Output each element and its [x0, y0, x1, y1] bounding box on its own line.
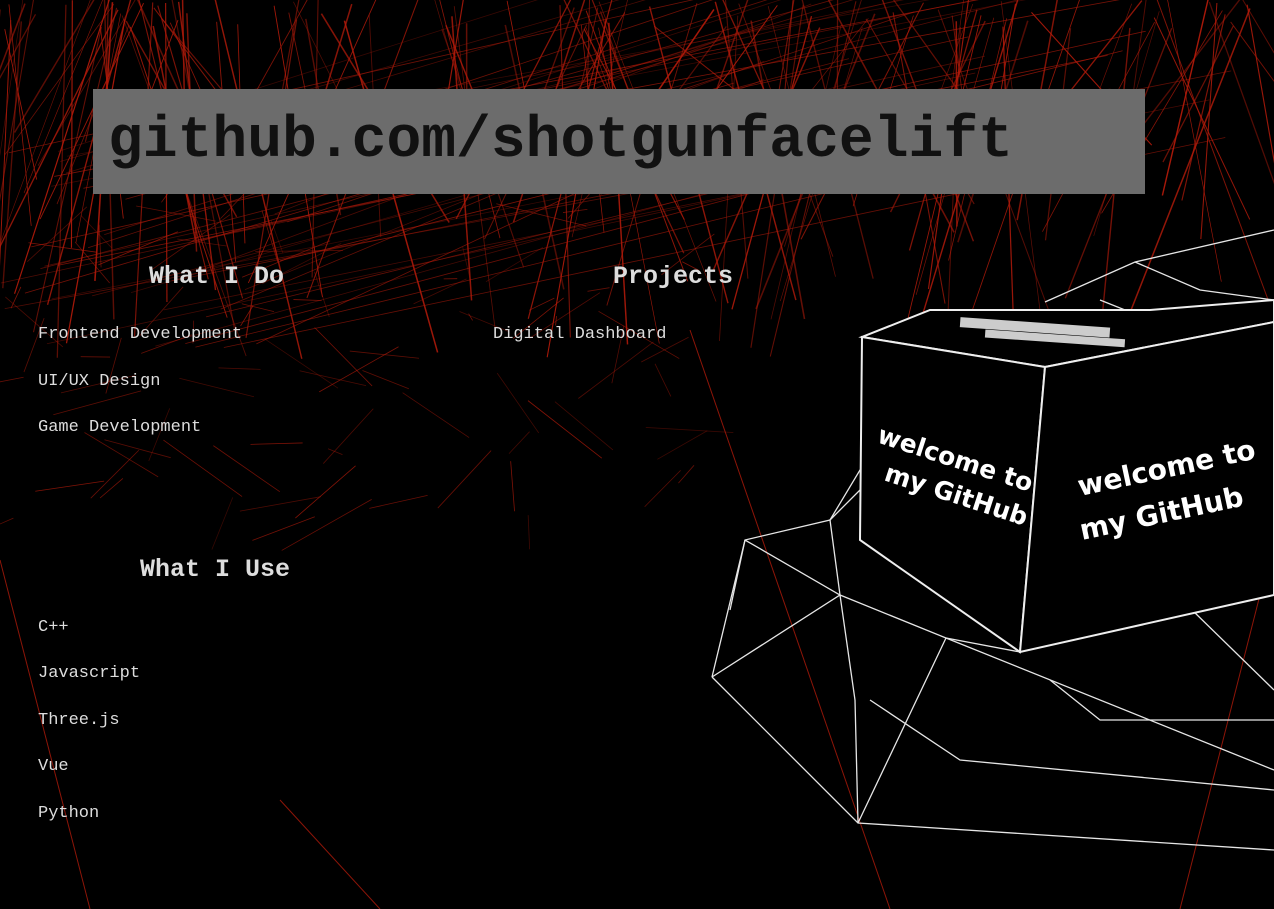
- what-i-do-item-frontend[interactable]: Frontend Development: [38, 325, 242, 344]
- what-i-do-item-uiux[interactable]: UI/UX Design: [38, 372, 160, 391]
- cube[interactable]: welcome to my GitHub welcome to my GitHu…: [858, 298, 1274, 654]
- what-i-use-heading: What I Use: [140, 555, 291, 584]
- title-bar: github.com/shotgunfacelift: [93, 89, 1145, 194]
- tech-item-vue: Vue: [38, 757, 69, 776]
- tech-item-cpp: C++: [38, 618, 69, 637]
- page-title[interactable]: github.com/shotgunfacelift: [93, 109, 1013, 174]
- tech-item-python: Python: [38, 804, 100, 823]
- projects-heading: Projects: [613, 262, 734, 291]
- what-i-do-heading: What I Do: [149, 262, 285, 291]
- tech-item-javascript: Javascript: [38, 664, 141, 683]
- tech-item-threejs: Three.js: [38, 711, 120, 730]
- project-item-digital-dashboard[interactable]: Digital Dashboard: [493, 325, 666, 344]
- what-i-do-item-game-dev[interactable]: Game Development: [38, 418, 201, 437]
